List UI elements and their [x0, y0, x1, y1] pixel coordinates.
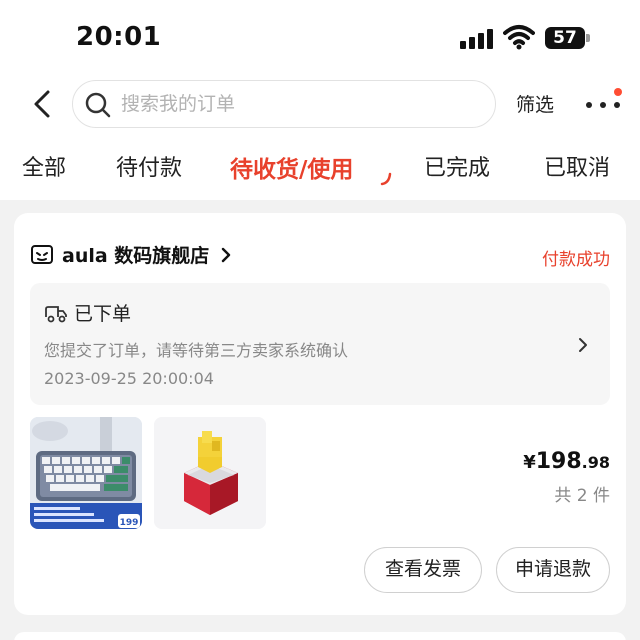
- order-tabs: 全部 待付款 待收货/使用 已完成 已取消: [0, 140, 640, 200]
- battery-indicator: 57: [545, 27, 585, 49]
- chevron-right-icon: [579, 338, 587, 352]
- price-integer: 198: [535, 449, 582, 474]
- view-invoice-button[interactable]: 查看发票: [364, 547, 482, 593]
- notification-dot: [614, 88, 622, 96]
- active-tab-indicator: [380, 172, 392, 186]
- store-icon: [31, 245, 53, 264]
- store-name: aula 数码旗舰店: [62, 245, 210, 267]
- more-icon[interactable]: [584, 94, 626, 114]
- wifi-icon: [503, 25, 535, 50]
- status-bar: 20:01 57: [0, 0, 640, 76]
- tab-completed[interactable]: 已完成: [424, 150, 490, 182]
- order-status: 付款成功: [542, 250, 610, 270]
- notice-timestamp: 2023-09-25 20:00:04: [44, 369, 214, 388]
- keyboard-illustration: 199: [30, 417, 142, 529]
- battery-nub: [586, 34, 590, 42]
- status-time: 20:01: [76, 22, 162, 52]
- filter-button[interactable]: 筛选: [516, 90, 554, 117]
- price-currency: ¥: [523, 452, 536, 473]
- truck-icon: [45, 306, 67, 323]
- product-image-keyboard[interactable]: 199: [30, 417, 142, 529]
- tab-pending-receipt[interactable]: 待收货/使用: [230, 150, 353, 184]
- tab-cancelled[interactable]: 已取消: [544, 150, 610, 182]
- order-price: ¥198.98: [523, 449, 610, 474]
- next-order-card[interactable]: [14, 632, 626, 640]
- order-card[interactable]: aula 数码旗舰店 付款成功 已下单 您提交了订单，请等待第三方卖家系统确认 …: [14, 213, 626, 615]
- tab-all[interactable]: 全部: [22, 150, 66, 182]
- item-quantity: 共 2 件: [554, 486, 610, 506]
- cellular-signal-icon: [460, 27, 496, 49]
- chevron-right-icon: [221, 247, 231, 263]
- request-refund-button[interactable]: 申请退款: [496, 547, 610, 593]
- price-decimal: .98: [581, 453, 610, 472]
- notice-title: 已下单: [74, 303, 132, 325]
- tab-pending-payment[interactable]: 待付款: [116, 150, 182, 182]
- product-image-switch[interactable]: [154, 417, 266, 529]
- notice-description: 您提交了订单，请等待第三方卖家系统确认: [44, 341, 349, 360]
- product-badge: 199: [120, 518, 139, 528]
- back-icon[interactable]: [26, 84, 60, 124]
- search-box[interactable]: [72, 80, 496, 128]
- search-input[interactable]: [121, 87, 481, 121]
- search-icon: [85, 92, 111, 118]
- header-bar: 筛选: [0, 76, 640, 136]
- switch-illustration: [154, 417, 266, 529]
- logistics-notice[interactable]: 已下单 您提交了订单，请等待第三方卖家系统确认 2023-09-25 20:00…: [30, 283, 610, 405]
